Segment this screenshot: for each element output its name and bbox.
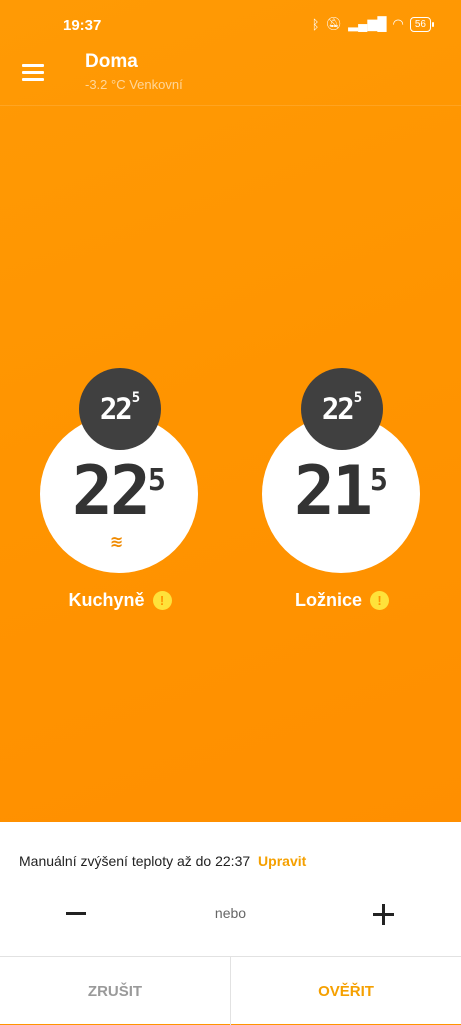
- status-icons: ᛒ 🔕︎ ▂▄▆█ ◠ 56: [311, 16, 435, 32]
- outdoor-temperature: -3.2 °C Venkovní: [85, 77, 183, 92]
- warning-icon[interactable]: !: [370, 591, 389, 610]
- menu-icon[interactable]: [18, 58, 48, 88]
- current-temp-main: 21: [294, 451, 373, 531]
- signal-icon: ▂▄▆█: [348, 16, 387, 31]
- current-temp-main: 22: [72, 451, 151, 531]
- room-label: Kuchyně !: [20, 590, 220, 611]
- battery-icon: 56: [409, 16, 435, 32]
- target-temp-decimal: 5: [353, 390, 363, 406]
- mute-icon: 🔕︎: [325, 16, 343, 31]
- background: [0, 0, 461, 822]
- room-name: Kuchyně: [68, 590, 145, 610]
- boost-info-text: Manuální zvýšení teploty až do 22:37: [19, 853, 251, 869]
- target-temperature-bubble: 22 5: [301, 368, 383, 450]
- warning-icon[interactable]: !: [152, 591, 172, 610]
- status-bar: 19:37 ᛒ 🔕︎ ▂▄▆█ ◠ 56: [0, 0, 461, 50]
- heating-icon: ≋: [110, 534, 123, 551]
- target-temp-main: 22: [99, 392, 133, 426]
- room-label: Ložnice !: [242, 590, 442, 611]
- plus-icon[interactable]: [369, 900, 399, 930]
- wifi-icon: ◠: [392, 16, 404, 31]
- current-temp-decimal: 5: [369, 463, 388, 498]
- boost-info: Manuální zvýšení teploty až do 22:37 Upr…: [19, 853, 306, 869]
- bluetooth-icon: ᛒ: [311, 16, 320, 32]
- edit-link[interactable]: Upravit: [258, 853, 306, 869]
- home-title: Doma: [85, 51, 138, 72]
- current-temp-decimal: 5: [147, 463, 166, 498]
- app-header: Doma -3.2 °C Venkovní: [0, 50, 461, 106]
- target-temp-main: 22: [321, 392, 355, 426]
- room-name: Ložnice: [294, 590, 362, 610]
- status-time: 19:37: [63, 17, 102, 34]
- target-temperature-bubble: 22 5: [79, 368, 161, 450]
- confirm-button[interactable]: OVĚŘIT: [231, 957, 461, 1025]
- target-temp-decimal: 5: [131, 390, 141, 406]
- manual-boost-panel: Manuální zvýšení teploty až do 22:37 Upr…: [0, 822, 461, 1025]
- cancel-button[interactable]: ZRUŠIT: [0, 957, 231, 1025]
- action-buttons: ZRUŠIT OVĚŘIT: [0, 956, 461, 1025]
